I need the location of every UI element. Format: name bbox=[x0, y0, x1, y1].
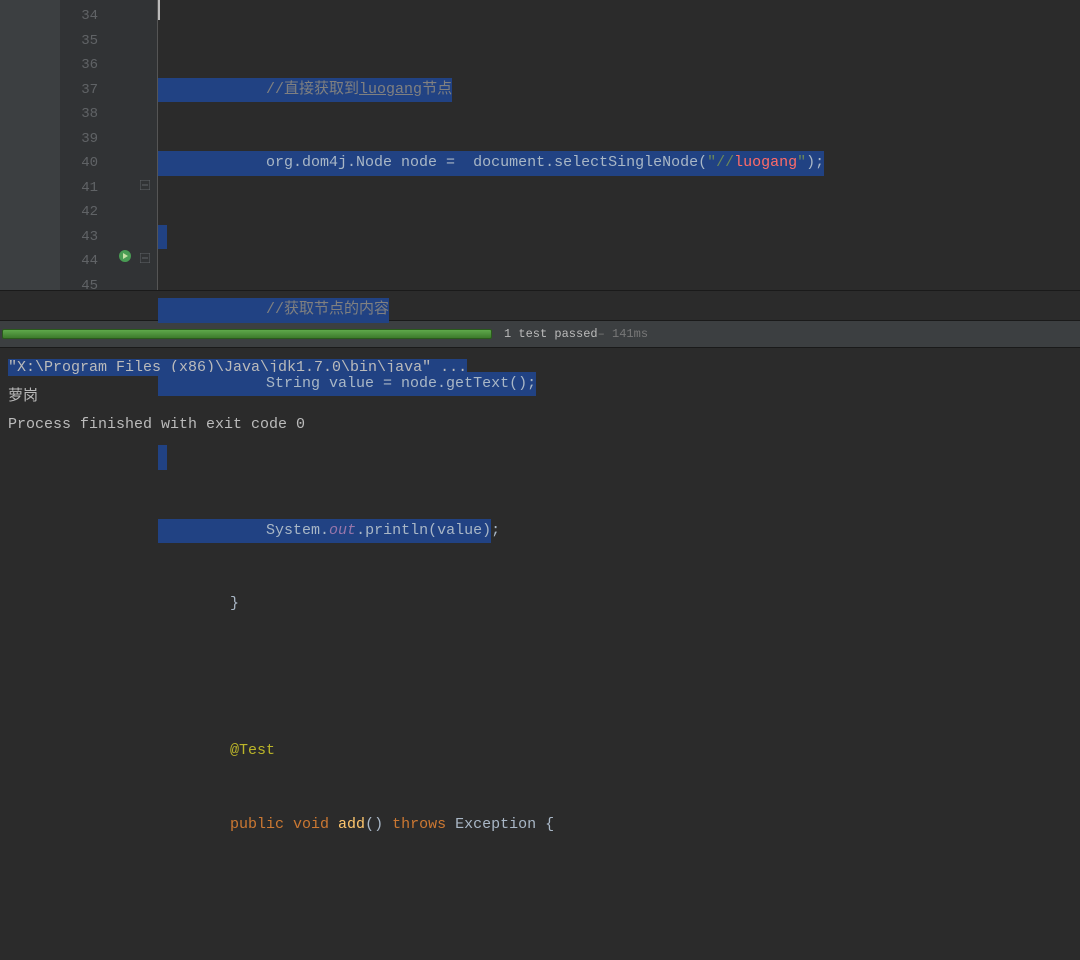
editor-left-margin bbox=[0, 0, 60, 290]
line-number: 45 bbox=[60, 274, 98, 299]
code-editor[interactable]: 34 35 36 37 38 39 40 41 42 43 44 45 //直接… bbox=[0, 0, 1080, 290]
text-cursor bbox=[158, 0, 160, 20]
line-number: 44 bbox=[60, 249, 98, 274]
gutter-icons bbox=[110, 0, 158, 290]
line-number-gutter: 34 35 36 37 38 39 40 41 42 43 44 45 bbox=[60, 0, 110, 290]
code-line: //获取节点的内容 bbox=[158, 298, 1080, 323]
line-number: 39 bbox=[60, 127, 98, 152]
code-line: org.dom4j.Node node = document.selectSin… bbox=[158, 151, 1080, 176]
code-line: String value = node.getText(); bbox=[158, 372, 1080, 397]
line-number: 36 bbox=[60, 53, 98, 78]
code-line bbox=[158, 445, 1080, 470]
code-content[interactable]: //直接获取到luogang节点 org.dom4j.Node node = d… bbox=[158, 0, 1080, 290]
run-test-icon[interactable] bbox=[118, 249, 132, 263]
line-number: 35 bbox=[60, 29, 98, 54]
code-line: } bbox=[158, 592, 1080, 617]
code-line: //直接获取到luogang节点 bbox=[158, 78, 1080, 103]
code-line: @Test bbox=[158, 739, 1080, 764]
fold-minus-icon[interactable] bbox=[140, 253, 150, 263]
fold-minus-icon[interactable] bbox=[140, 180, 150, 190]
code-line: System.out.println(value); bbox=[158, 519, 1080, 544]
code-line bbox=[158, 666, 1080, 691]
line-number: 34 bbox=[60, 4, 98, 29]
line-number: 43 bbox=[60, 225, 98, 250]
line-number: 38 bbox=[60, 102, 98, 127]
line-number: 41 bbox=[60, 176, 98, 201]
line-number: 42 bbox=[60, 200, 98, 225]
code-line: public void add() throws Exception { bbox=[158, 813, 1080, 838]
line-number: 37 bbox=[60, 78, 98, 103]
code-line bbox=[158, 225, 1080, 250]
code-line bbox=[158, 886, 1080, 911]
line-number: 40 bbox=[60, 151, 98, 176]
